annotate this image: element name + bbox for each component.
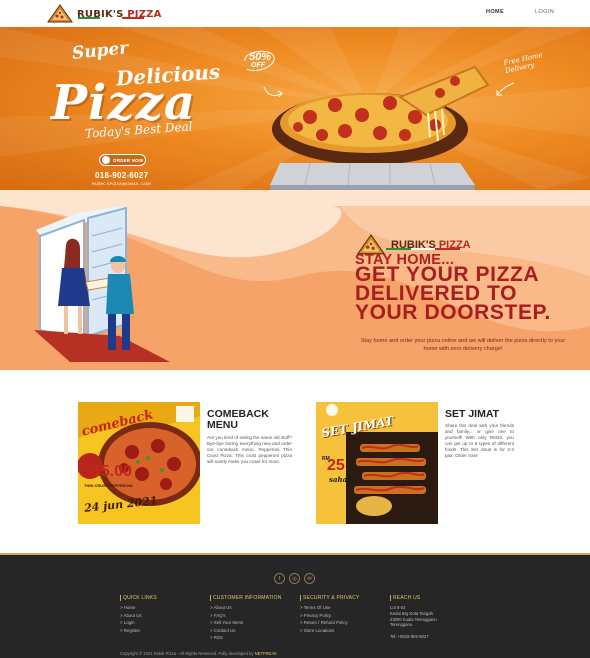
set-jimat-description: Share this deal with your friends and fa… <box>445 423 514 458</box>
footer-phone: Tel: +6018-902-6027 <box>390 634 429 640</box>
cart-icon <box>102 156 110 164</box>
order-now-label: ORDER NOW <box>113 157 144 163</box>
set-jimat-price: 25 <box>327 457 345 474</box>
footer-link-login[interactable]: > Login <box>120 619 157 627</box>
footer-link-faq[interactable]: > FAQ's <box>210 612 282 620</box>
footer-link-terms[interactable]: > Terms Of Use <box>300 604 359 612</box>
pizza-illustration <box>270 65 490 190</box>
promo-headline-line: YOUR DOORSTEP. <box>355 301 551 324</box>
footer-address-line: Terengganu <box>390 622 413 628</box>
instagram-icon[interactable]: ◎ <box>289 573 300 584</box>
comeback-menu-title[interactable]: COMEBACK MENU <box>207 409 269 431</box>
hero-phone: 018-902-6027 <box>95 171 149 180</box>
promo-headline: GET YOUR PIZZA DELIVERED TO YOUR DOORSTE… <box>355 264 551 324</box>
comeback-price: 15.00 <box>92 463 133 480</box>
hero-email: RUBIK-SPIZZA@GMAIL.COM <box>92 181 151 186</box>
footer-link-stores[interactable]: > Store Locations <box>300 627 359 635</box>
site-footer: f ◎ ✉ QUICK LINKS > Home > About Us > Lo… <box>0 553 590 658</box>
copyright-prefix: Copyright © 2021 Rubik Pizza - All Right… <box>120 651 255 656</box>
footer-quick-links: QUICK LINKS > Home > About Us > Login > … <box>120 595 157 634</box>
footer-link-register[interactable]: > Register <box>120 627 157 635</box>
nav-link-login[interactable]: LOGIN <box>535 9 554 15</box>
brand-flag-stripe <box>78 17 144 19</box>
promo-top-band <box>0 190 590 206</box>
footer-link-sell-items[interactable]: > Sell Your Items <box>210 619 282 627</box>
footer-link-home[interactable]: > Home <box>120 604 157 612</box>
footer-link-refund[interactable]: > Return / Refund Policy <box>300 619 359 627</box>
comeback-menu-image[interactable]: comeback RM 15.00 THIN CRUST PEPPERONI 2… <box>78 402 200 524</box>
discount-badge: 50% OFF <box>241 47 277 75</box>
footer-column-heading: QUICK LINKS <box>120 595 157 601</box>
comeback-menu-description: Are you tired of eating the same old stu… <box>207 435 292 464</box>
footer-link-privacy[interactable]: > Privacy Policy <box>300 612 359 620</box>
order-now-button[interactable]: ORDER NOW <box>99 154 146 166</box>
footer-column-heading: REACH US <box>390 595 437 601</box>
footer-address-line: Kedai Brg Kota Tengah <box>390 610 433 616</box>
footer-security-privacy: SECURITY & PRIVACY > Terms Of Use > Priv… <box>300 595 359 634</box>
top-navbar: RUBIK'S PIZZA HOME LOGIN <box>0 0 590 27</box>
nav-link-home[interactable]: HOME <box>486 9 504 15</box>
footer-column-heading: CUSTOMER INFORMATION <box>210 595 282 601</box>
promo-description: Stay home and order your pizza online an… <box>360 338 566 352</box>
email-icon[interactable]: ✉ <box>304 573 315 584</box>
discount-off: OFF <box>251 62 265 69</box>
comeback-title-line: MENU <box>207 419 238 431</box>
promo-flag-stripe <box>386 248 461 250</box>
comeback-price-sub: THIN CRUST PEPPERONI <box>84 483 133 488</box>
delivery-promo-banner: RUBIK'S PIZZA STAY HOME... GET YOUR PIZZ… <box>0 206 590 370</box>
footer-link-about[interactable]: > About Us <box>120 612 157 620</box>
footer-link-rss[interactable]: > RSS <box>210 634 282 642</box>
delivery-illustration <box>34 206 170 362</box>
set-jimat-title[interactable]: SET JIMAT <box>445 409 499 420</box>
set-jimat-image[interactable]: SET JIMAT RM 25 sahaja <box>316 402 438 524</box>
copyright-text: Copyright © 2021 Rubik Pizza - All Right… <box>120 651 277 656</box>
footer-link-about-us[interactable]: > About Us <box>210 604 282 612</box>
page: RUBIK'S PIZZA HOME LOGIN Super Delicious… <box>0 0 590 658</box>
set-jimat-title-line: SET JIMAT <box>445 408 500 420</box>
footer-reach-us: REACH US Lot 8-03 Kedai Brg Kota Tengah … <box>390 595 437 640</box>
footer-link-contact[interactable]: > Contact Us <box>210 627 282 635</box>
developer-brand[interactable]: NETFREAK <box>255 651 277 656</box>
facebook-icon[interactable]: f <box>274 573 285 584</box>
brand-logo[interactable]: RUBIK'S PIZZA <box>47 4 162 24</box>
set-jimat-price-sub: sahaja <box>329 475 355 484</box>
footer-customer-info: CUSTOMER INFORMATION > About Us > FAQ's … <box>210 595 282 642</box>
hero-banner: Super Delicious Pizza Today's Best Deal … <box>0 27 590 190</box>
arrow-doodle-icon <box>263 86 283 98</box>
arrow-doodle-icon <box>496 82 515 96</box>
footer-column-heading: SECURITY & PRIVACY <box>300 595 359 601</box>
rubik-logo-icon <box>47 4 73 23</box>
